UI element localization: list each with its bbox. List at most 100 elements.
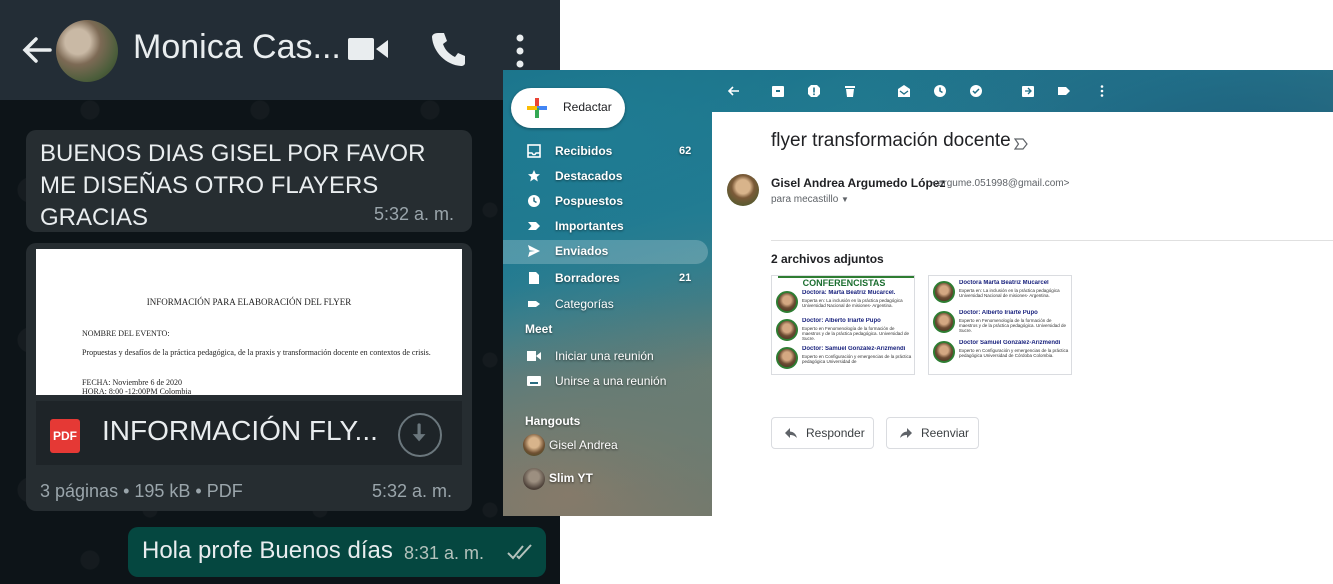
unread-count: 62	[679, 145, 692, 157]
email-view: flyer transformación docente Gisel Andre…	[712, 112, 1333, 516]
hangouts-avatar[interactable]	[523, 468, 545, 490]
keyboard-icon	[527, 376, 541, 386]
mark-unread-icon[interactable]	[897, 84, 911, 98]
speaker-photo	[776, 347, 798, 369]
sidebar-item-starred[interactable]: Destacados	[503, 165, 703, 189]
hangouts-avatar[interactable]	[523, 434, 545, 456]
sidebar-item-important[interactable]: Importantes	[503, 215, 703, 239]
join-meeting-link[interactable]: Unirse a una reunión	[555, 374, 666, 388]
preview-line: HORA: 8:00 -12:00PM Colombia	[82, 387, 192, 395]
chevron-down-icon[interactable]: ▼	[841, 195, 849, 204]
speaker-row: Doctora Marta Beatriz Mucarcel Experta e…	[933, 280, 1069, 306]
sidebar-item-label: Categorías	[555, 297, 614, 311]
speaker-desc: Experto en Configuración y emergencias d…	[802, 354, 912, 364]
back-arrow-icon[interactable]	[20, 30, 54, 70]
sender-name[interactable]: Gisel Andrea Argumedo López	[771, 176, 945, 190]
snooze-icon[interactable]	[933, 84, 947, 98]
hangouts-contact[interactable]: Slim YT	[549, 471, 593, 485]
report-spam-icon[interactable]	[807, 84, 821, 98]
video-camera-icon	[527, 351, 541, 361]
speaker-row: Doctor: Samuel González-Arizmendi Expert…	[776, 346, 912, 372]
incoming-message[interactable]: BUENOS DIAS GISEL POR FAVOR ME DISEÑAS O…	[26, 130, 472, 232]
document-preview[interactable]: INFORMACIÓN PARA ELABORACIÓN DEL FLYER N…	[36, 249, 462, 395]
email-subject: flyer transformación docente	[771, 130, 1011, 151]
mail-toolbar	[721, 80, 1121, 104]
speaker-name: Doctor: Samuel González-Arizmendi	[802, 346, 906, 352]
more-vert-icon[interactable]	[1095, 84, 1109, 98]
preview-line: NOMBRE DEL EVENTO:	[82, 329, 170, 338]
document-message[interactable]: INFORMACIÓN PARA ELABORACIÓN DEL FLYER N…	[26, 243, 472, 511]
add-task-icon[interactable]	[969, 84, 983, 98]
speaker-name: Doctora Marta Beatriz Mucarcel	[959, 280, 1049, 286]
speaker-photo	[933, 341, 955, 363]
message-text: Hola profe Buenos días	[142, 537, 393, 564]
speaker-name: Doctor: Alberto Iriarte Pupo	[802, 318, 881, 324]
gmail-window: Redactar Recibidos 62 Destacados Pospues…	[503, 70, 1333, 516]
reply-button[interactable]: Responder	[771, 417, 874, 449]
preview-line: Propuestas y desafíos de la práctica ped…	[82, 348, 431, 357]
more-vert-icon[interactable]	[510, 32, 530, 72]
divider	[771, 240, 1333, 241]
sidebar-item-label: Enviados	[555, 244, 609, 258]
label-important-icon[interactable]	[1014, 138, 1028, 150]
speaker-desc: Experto en Fenomenología de la formación…	[802, 326, 910, 341]
recipient-text: para mecastillo	[771, 194, 839, 205]
outgoing-message[interactable]: Hola profe Buenos días 8:31 a. m.	[128, 527, 546, 577]
label-icon[interactable]	[1057, 84, 1071, 98]
sidebar-item-label: Importantes	[555, 219, 624, 233]
speaker-name: Doctor Samuel González-Arizmendi	[959, 340, 1061, 346]
meet-section-title: Meet	[525, 322, 553, 336]
hangouts-contact[interactable]: Gisel Andrea	[549, 438, 618, 452]
message-time: 5:32 a. m.	[372, 481, 453, 501]
message-time: 5:32 a. m.	[374, 204, 455, 224]
sender-email: <argume.051998@gmail.com>	[932, 178, 1070, 189]
draft-count: 21	[679, 272, 692, 284]
forward-icon	[900, 428, 912, 438]
sender-avatar[interactable]	[727, 174, 759, 206]
forward-button[interactable]: Reenviar	[886, 417, 979, 449]
speaker-name: Doctor: Alberto Iriarte Pupo	[959, 310, 1038, 316]
document-filename: INFORMACIÓN FLY...	[102, 415, 378, 446]
start-meeting-link[interactable]: Iniciar una reunión	[555, 349, 654, 363]
contact-avatar[interactable]	[56, 20, 118, 82]
sidebar-item-categories[interactable]: Categorías	[503, 293, 703, 317]
pdf-icon: PDF	[50, 419, 80, 453]
preview-title: INFORMACIÓN PARA ELABORACIÓN DEL FLYER	[146, 297, 352, 307]
speaker-photo	[776, 291, 798, 313]
sidebar-item-label: Destacados	[555, 169, 623, 183]
compose-button[interactable]: Redactar	[511, 88, 625, 128]
sidebar-item-sent[interactable]: Enviados	[503, 240, 708, 264]
sidebar-item-label: Pospuestos	[555, 194, 624, 208]
voice-call-icon[interactable]	[430, 30, 466, 68]
attachment-heading: CONFERENCISTAS	[802, 278, 886, 288]
sidebar-item-snoozed[interactable]: Pospuestos	[503, 190, 703, 214]
star-icon	[528, 170, 540, 182]
attachments-title: 2 archivos adjuntos	[771, 252, 884, 266]
download-icon[interactable]	[398, 413, 442, 457]
speaker-photo	[776, 319, 798, 341]
speaker-photo	[933, 281, 955, 303]
attachment-thumbnail[interactable]: Doctora Marta Beatriz Mucarcel Experta e…	[928, 275, 1072, 375]
plus-icon	[527, 98, 547, 118]
label-icon	[528, 301, 540, 307]
chat-header: Monica Cas...	[0, 0, 560, 100]
move-to-icon[interactable]	[1021, 84, 1035, 98]
delete-icon[interactable]	[843, 84, 857, 98]
sidebar-item-drafts[interactable]: Borradores 21	[503, 267, 703, 291]
back-arrow-icon[interactable]	[727, 84, 741, 98]
speaker-desc: Experto en Configuración y emergencias d…	[959, 348, 1069, 358]
label-important-icon	[528, 222, 540, 230]
reply-label: Responder	[806, 426, 865, 440]
forward-label: Reenviar	[921, 426, 970, 440]
archive-icon[interactable]	[771, 84, 785, 98]
speaker-row: Doctor: Alberto Iriarte Pupo Experto en …	[933, 310, 1069, 336]
contact-name[interactable]: Monica Cas...	[133, 28, 341, 67]
speaker-row: Doctor Samuel González-Arizmendi Experto…	[933, 340, 1069, 366]
speaker-row: Doctora: Marta Beatriz Mucarcel. Experta…	[776, 290, 912, 316]
document-file-row[interactable]: PDF INFORMACIÓN FLY...	[36, 401, 462, 465]
video-call-icon[interactable]	[348, 36, 390, 62]
document-meta: 3 páginas • 195 kB • PDF	[40, 481, 243, 501]
recipient-line[interactable]: para mecastillo ▼	[771, 194, 849, 205]
attachment-thumbnail[interactable]: CONFERENCISTAS Doctora: Marta Beatriz Mu…	[771, 275, 915, 375]
sidebar-item-inbox[interactable]: Recibidos 62	[503, 140, 703, 164]
